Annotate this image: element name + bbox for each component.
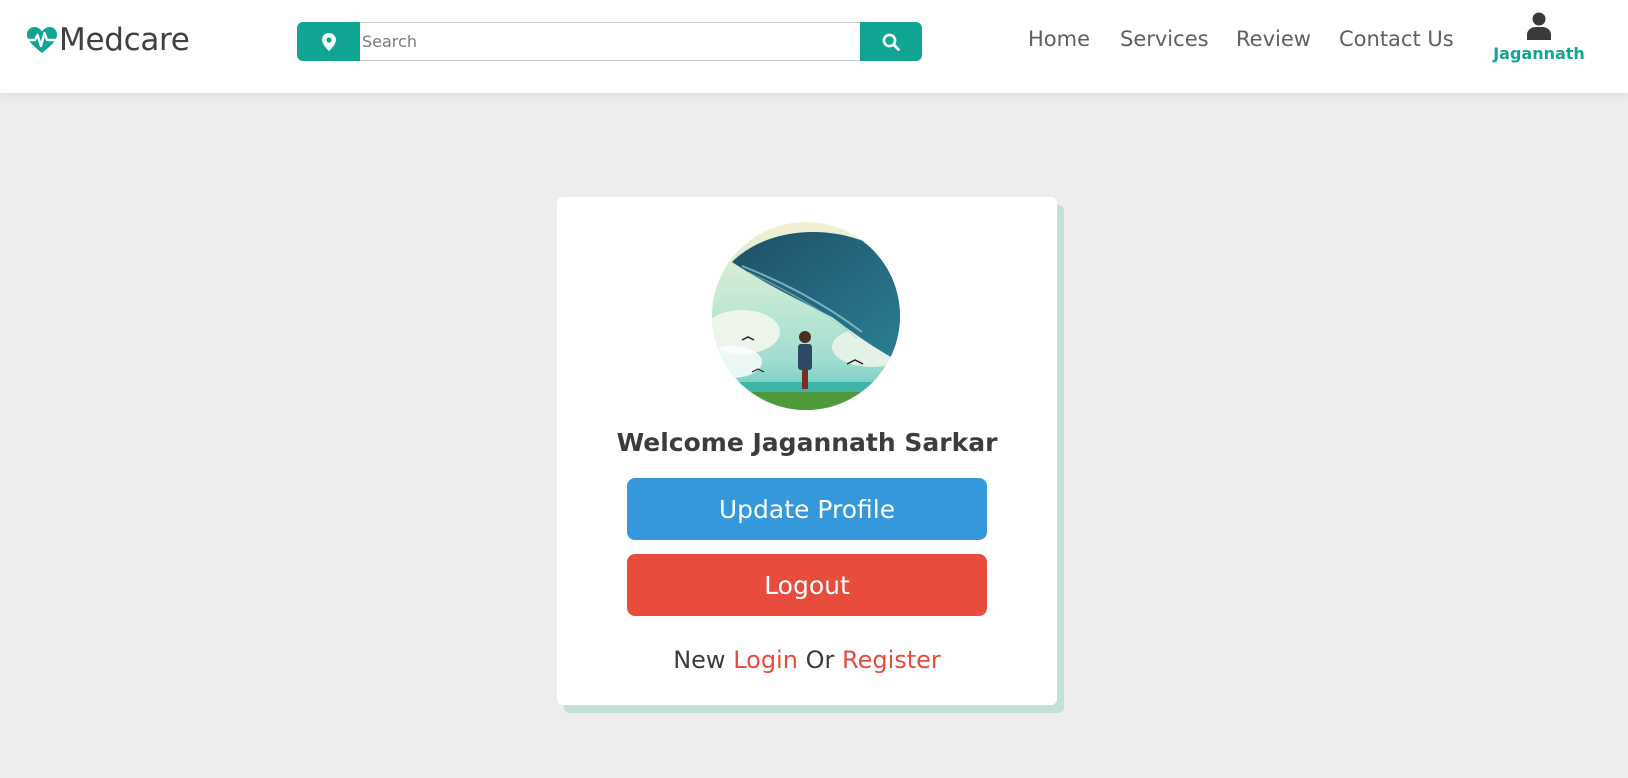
search-button[interactable] [860, 22, 922, 61]
register-link[interactable]: Register [842, 646, 941, 674]
map-pin-icon [321, 32, 336, 51]
or-text: Or [805, 646, 835, 674]
search-icon [882, 33, 900, 51]
brand-logo[interactable]: Medcare [26, 20, 190, 60]
avatar-image [712, 222, 900, 410]
nav-link-contact-us[interactable]: Contact Us [1339, 27, 1454, 51]
login-link[interactable]: Login [733, 646, 798, 674]
update-profile-button[interactable]: Update Profile [627, 478, 987, 540]
user-menu[interactable]: Jagannath [1488, 12, 1590, 63]
user-name: Jagannath [1493, 44, 1585, 63]
profile-card: Welcome Jagannath Sarkar Update Profile … [557, 197, 1057, 705]
search-input[interactable] [360, 22, 860, 61]
brand-name: Medcare [59, 22, 190, 58]
new-text: New [673, 646, 726, 674]
location-button[interactable] [297, 22, 360, 61]
search-bar [297, 22, 922, 61]
nav-link-services[interactable]: Services [1120, 27, 1209, 51]
welcome-heading: Welcome Jagannath Sarkar [616, 428, 998, 457]
heart-pulse-icon [26, 27, 58, 53]
avatar [712, 222, 900, 410]
nav-link-home[interactable]: Home [1028, 27, 1090, 51]
logout-button[interactable]: Logout [627, 554, 987, 616]
user-icon [1527, 12, 1551, 40]
top-navbar: Medcare Home Services Review Contact Us … [0, 0, 1628, 93]
auth-links: New Login Or Register [557, 646, 1057, 674]
nav-link-review[interactable]: Review [1236, 27, 1311, 51]
